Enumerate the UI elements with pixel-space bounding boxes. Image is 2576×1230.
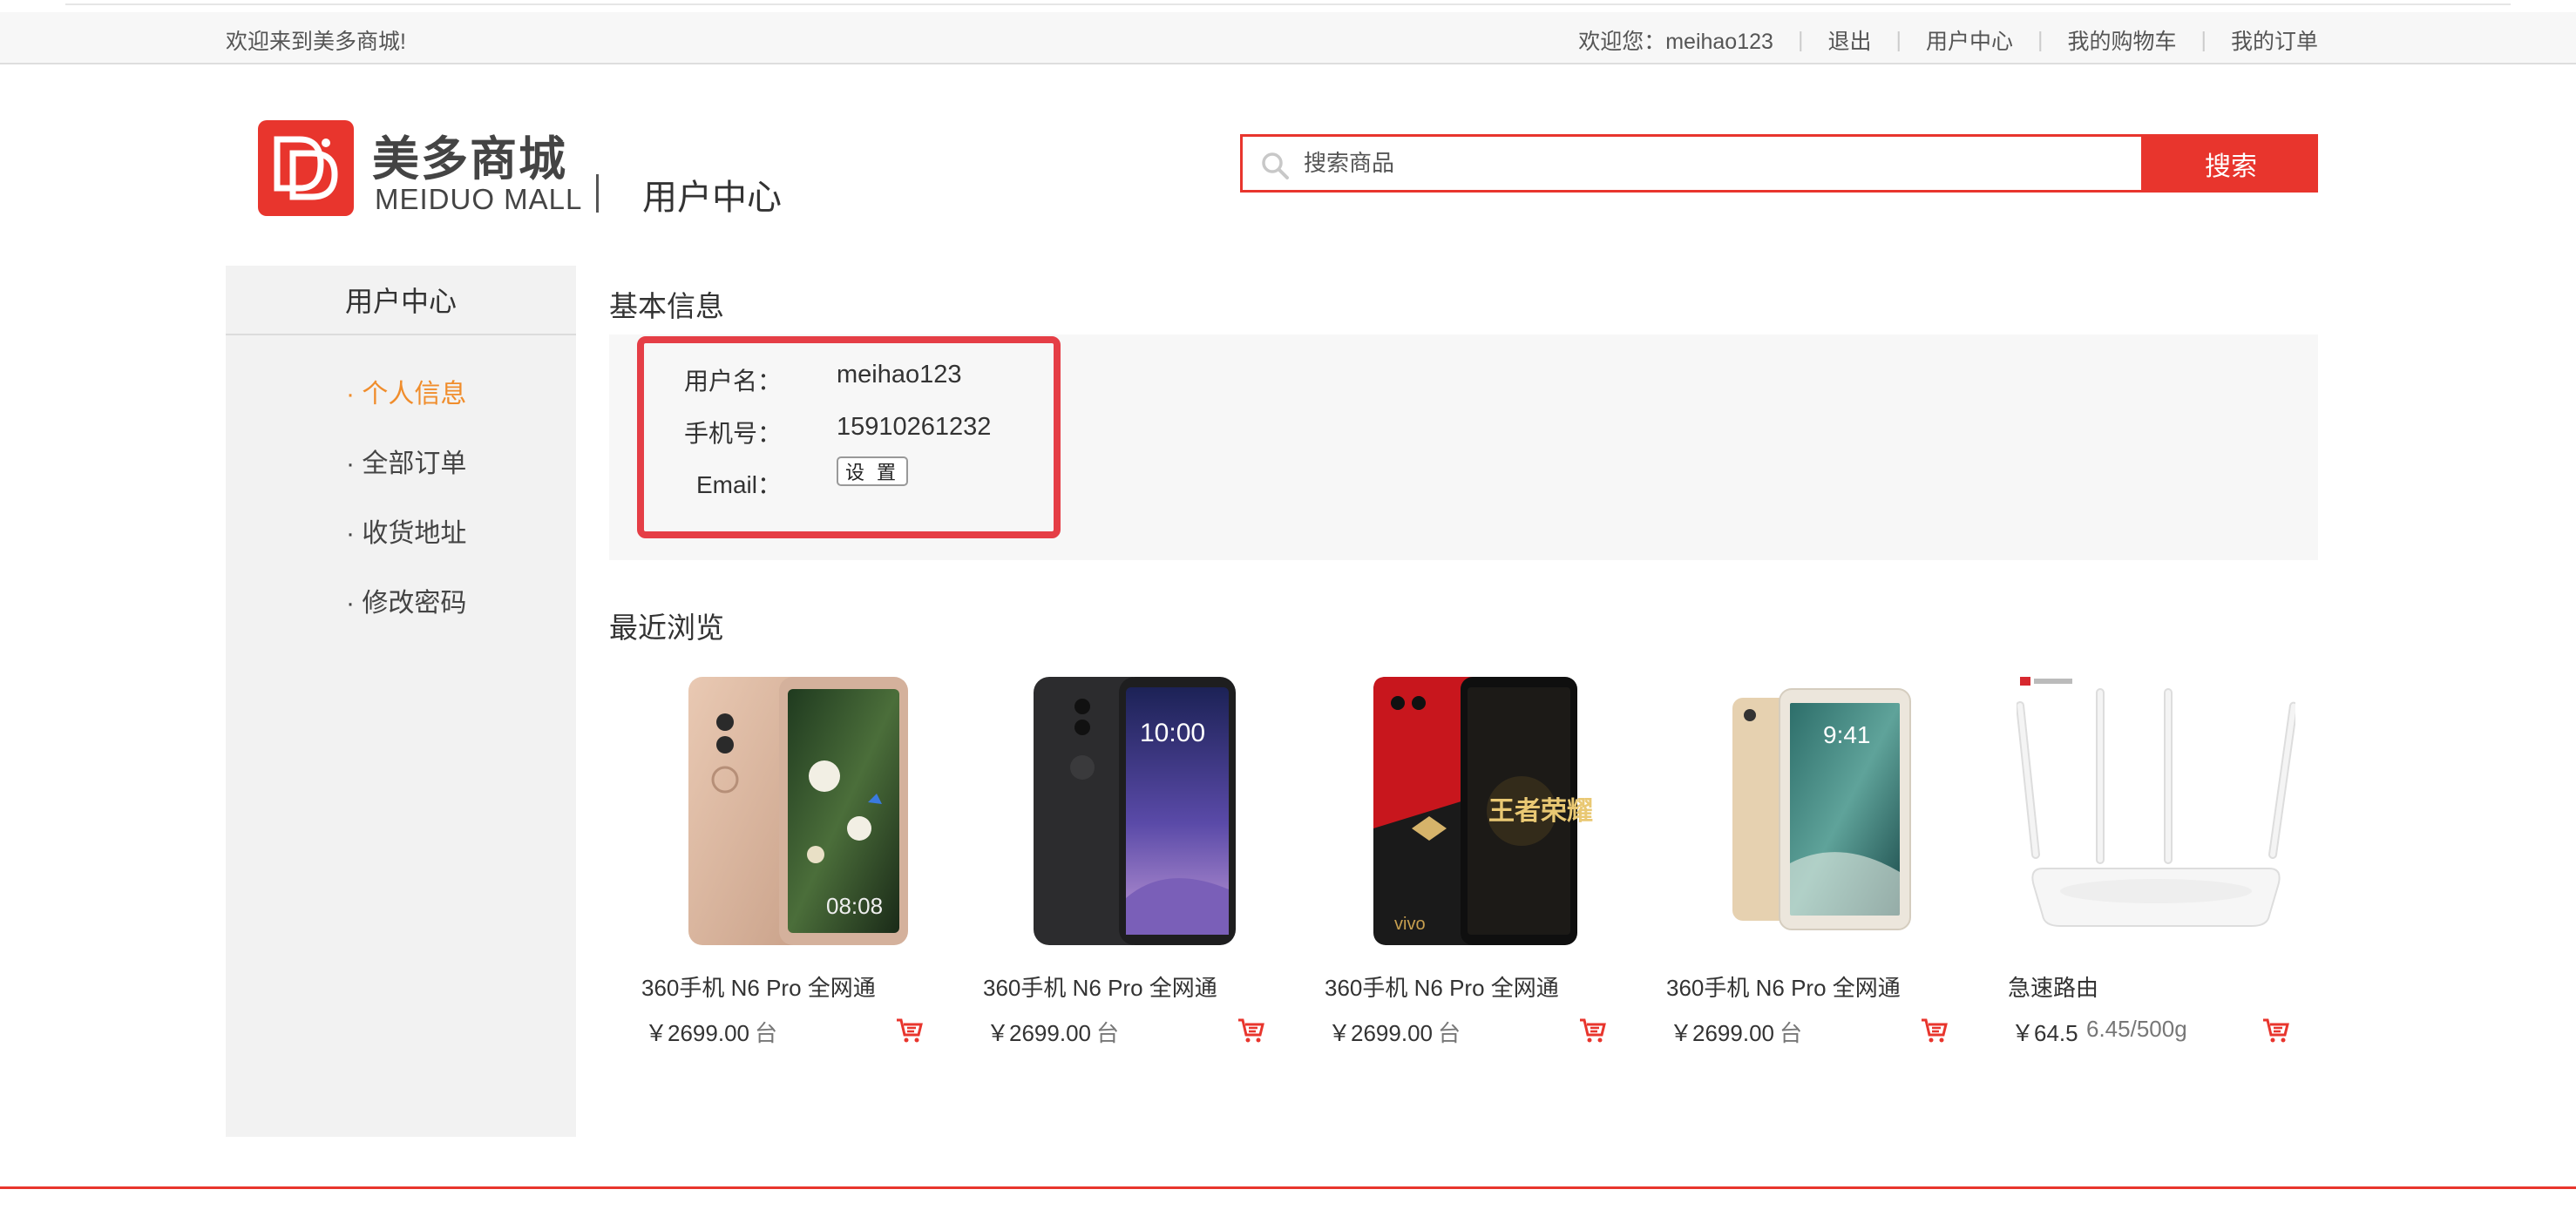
page-section-title: 用户中心 — [642, 179, 782, 217]
orders-link[interactable]: 我的订单 — [2231, 24, 2318, 56]
logo-icon[interactable] — [258, 120, 354, 216]
product-image-phone-black[interactable]: 10:00 — [983, 667, 1279, 955]
product-image-router-white[interactable] — [2008, 667, 2304, 955]
cart-link[interactable]: 我的购物车 — [2067, 24, 2176, 56]
brand-name-en: MEIDUO MALL — [375, 183, 583, 215]
product-card[interactable]: 10:00 360手机 N6 Pro 全网通 ￥2699.00 台 — [983, 667, 1279, 1059]
product-name[interactable]: 360手机 N6 Pro 全网通 — [1666, 970, 1901, 1003]
product-name[interactable]: 急速路由 — [2008, 970, 2098, 1003]
sidebar-item-orders[interactable]: · 全部订单 — [346, 442, 466, 480]
sidebar-item-password[interactable]: · 修改密码 — [346, 581, 466, 619]
product-price: ￥2699.00 — [1670, 1020, 1774, 1046]
product-card[interactable]: 9:41 360手机 N6 Pro 全网通 ￥2699.00 台 — [1666, 667, 1963, 1059]
product-card[interactable]: 王者荣耀 vivo 360手机 N6 Pro 全网通 ￥2699.00 台 — [1325, 667, 1621, 1059]
product-image-phone-red[interactable]: 王者荣耀 vivo — [1325, 667, 1621, 955]
header-separator: | — [2037, 27, 2044, 52]
svg-text:vivo: vivo — [1394, 915, 1426, 934]
sidebar-item-address[interactable]: · 收货地址 — [346, 511, 466, 550]
logout-link[interactable]: 退出 — [1827, 24, 1871, 56]
brand-divider — [596, 174, 599, 213]
email-label: Email： — [695, 471, 782, 498]
header-separator: | — [1895, 27, 1901, 52]
top-header-bar: 欢迎来到美多商城! 欢迎您：meihao123 | 退出 | 用户中心 | 我的… — [0, 12, 2576, 64]
svg-text:08:08: 08:08 — [826, 893, 883, 919]
search-icon — [1260, 151, 1290, 185]
product-unit: 台 — [1779, 1020, 1803, 1046]
username-value: meihao123 — [837, 361, 962, 389]
header-separator: | — [2200, 27, 2207, 52]
product-image-phone-gold[interactable]: 08:08 — [641, 667, 938, 955]
add-to-cart-icon[interactable] — [1237, 1017, 1264, 1048]
sidebar-item-profile[interactable]: · 个人信息 — [346, 372, 466, 410]
svg-text:10:00: 10:00 — [1140, 719, 1205, 747]
brand-name-cn: 美多商城 — [372, 133, 567, 186]
product-unit: 6.45/500g — [2086, 1016, 2187, 1042]
header-user-links: 欢迎您：meihao123 | 退出 | 用户中心 | 我的购物车 | 我的订单 — [1578, 24, 2318, 56]
product-price: ￥2699.00 — [645, 1020, 749, 1046]
email-set-button[interactable]: 设 置 — [837, 456, 908, 486]
product-price: ￥64.5 — [2011, 1020, 2078, 1046]
search-box — [1240, 134, 2144, 193]
product-card[interactable]: 08:08 360手机 N6 Pro 全网通 ￥2699.00 台 — [641, 667, 938, 1059]
add-to-cart-icon[interactable] — [1920, 1017, 1948, 1048]
footer-divider — [0, 1186, 2576, 1189]
product-image-tablet-gold[interactable]: 9:41 — [1666, 667, 1963, 955]
recent-heading: 最近浏览 — [609, 612, 724, 644]
product-name[interactable]: 360手机 N6 Pro 全网通 — [983, 970, 1217, 1003]
search-input[interactable] — [1304, 137, 2132, 190]
user-center-sidebar: 用户中心 · 个人信息 · 全部订单 · 收货地址 · 修改密码 — [226, 266, 576, 1137]
svg-text:9:41: 9:41 — [1823, 721, 1871, 748]
search-button[interactable]: 搜索 — [2144, 134, 2318, 193]
svg-text:王者荣耀: 王者荣耀 — [1488, 796, 1593, 827]
product-unit: 台 — [1096, 1020, 1120, 1046]
add-to-cart-icon[interactable] — [895, 1017, 923, 1048]
product-unit: 台 — [755, 1020, 778, 1046]
add-to-cart-icon[interactable] — [1578, 1017, 1606, 1048]
user-center-link[interactable]: 用户中心 — [1926, 24, 2013, 56]
product-price: ￥2699.00 — [986, 1020, 1091, 1046]
add-to-cart-icon[interactable] — [2261, 1017, 2289, 1048]
site-welcome-text: 欢迎来到美多商城! — [226, 30, 406, 54]
product-price: ￥2699.00 — [1328, 1020, 1433, 1046]
product-name[interactable]: 360手机 N6 Pro 全网通 — [1325, 970, 1559, 1003]
basic-info-heading: 基本信息 — [609, 290, 724, 322]
welcome-user-text: 欢迎您：meihao123 — [1578, 30, 1773, 54]
username-label: 用户名： — [683, 368, 782, 395]
browser-top-strip — [0, 0, 2576, 12]
product-unit: 台 — [1438, 1020, 1461, 1046]
phone-value: 15910261232 — [837, 413, 992, 441]
product-card[interactable]: 急速路由 ￥64.5 6.45/500g — [2008, 667, 2304, 1059]
header-separator: | — [1797, 27, 1804, 52]
sidebar-title: 用户中心 — [226, 266, 576, 335]
phone-label: 手机号： — [683, 420, 782, 447]
product-name[interactable]: 360手机 N6 Pro 全网通 — [641, 970, 876, 1003]
